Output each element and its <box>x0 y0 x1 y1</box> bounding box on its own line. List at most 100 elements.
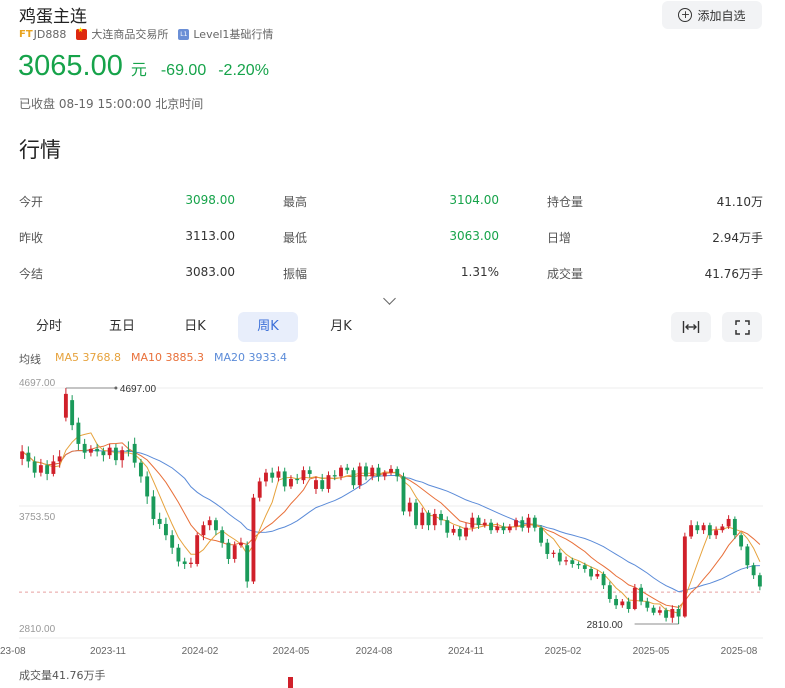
candle-body <box>707 525 712 536</box>
ma-label: 均线 <box>19 353 41 366</box>
candle-body <box>689 525 694 537</box>
candle-body <box>682 536 687 617</box>
candle-body <box>239 542 243 546</box>
add-watchlist-label: 添加自选 <box>697 8 746 23</box>
candle-body <box>414 502 418 526</box>
candle-body <box>326 475 331 489</box>
candle-body <box>70 400 75 426</box>
candle-body <box>132 443 137 463</box>
candle-body <box>282 471 287 487</box>
candle-body <box>76 422 81 444</box>
candle-body <box>695 525 700 531</box>
fit-width-button[interactable] <box>671 312 711 342</box>
candle-body <box>514 520 518 527</box>
add-watchlist-button[interactable]: + 添加自选 <box>662 1 762 29</box>
stat-label: 成交量 <box>547 267 584 281</box>
stat-label: 日增 <box>547 231 572 245</box>
tab-monthly-k[interactable]: 月K <box>311 312 371 342</box>
candle-body <box>739 535 744 547</box>
candle-body <box>464 527 468 537</box>
candle-body <box>664 610 669 618</box>
candle-body <box>495 526 500 531</box>
candle-body <box>26 452 31 462</box>
candle-body <box>720 526 725 531</box>
candle-body <box>751 565 756 576</box>
candle-body <box>564 560 568 562</box>
candle-body <box>257 481 262 498</box>
candle-body <box>445 520 450 533</box>
price-change-pct: -2.20% <box>218 62 269 79</box>
market-stats: 今开 3098.00 最高 3104.00 持仓量 41.10万 昨收 3113… <box>19 190 763 298</box>
candle-body <box>576 563 581 566</box>
tab-weekly-k[interactable]: 周K <box>238 312 298 342</box>
candle-body <box>88 448 93 453</box>
candle-body <box>357 466 362 486</box>
candle-body <box>95 448 100 452</box>
candle-body <box>63 393 68 418</box>
candle-body <box>451 528 456 533</box>
tab-intraday[interactable]: 分时 <box>19 312 79 342</box>
candle-body <box>264 472 268 482</box>
candle-body <box>207 520 212 526</box>
weekly-k-chart[interactable]: 4697.00 3753.50 2810.00 4697.00 2810.00 23-08… <box>0 370 785 688</box>
candle-body <box>501 526 506 531</box>
price-change: -69.00 <box>160 62 207 79</box>
candle-body <box>20 451 25 459</box>
fullscreen-button[interactable] <box>722 312 762 342</box>
candle-body <box>57 456 62 462</box>
candle-body <box>432 513 437 526</box>
min-annotation: 2810.00 <box>587 620 624 631</box>
quote-level: Level1基础行情 <box>193 28 274 41</box>
candle-body <box>201 525 206 536</box>
candle-body <box>532 517 537 528</box>
candle-body <box>757 575 762 587</box>
stat-value: 3098.00 <box>185 193 235 207</box>
candle-body <box>195 535 200 564</box>
stat-row: 昨收 3113.00 最低 3063.00 日增 2.94万手 <box>19 226 763 262</box>
candle-body <box>113 447 118 461</box>
candle-body <box>476 517 481 526</box>
candle-body <box>732 518 737 536</box>
candle-body <box>589 568 594 577</box>
candle-body <box>45 465 50 474</box>
ft-badge: FT <box>19 28 33 40</box>
candle-body <box>188 562 193 564</box>
candle-body <box>332 475 337 477</box>
candle-body <box>32 461 37 473</box>
candle-body <box>401 476 406 512</box>
y-tick-label: 2810.00 <box>19 624 56 635</box>
x-tick-label: 2025-08 <box>721 646 758 657</box>
candle-body <box>645 601 650 608</box>
volume-bar <box>288 677 293 688</box>
stat-value: 3113.00 <box>185 229 235 243</box>
tab-five-day[interactable]: 五日 <box>92 312 152 342</box>
stat-label: 振幅 <box>283 267 308 281</box>
candle-body <box>220 530 225 543</box>
candle-body <box>370 467 375 477</box>
candle-body <box>395 468 400 477</box>
candle-body <box>314 480 318 489</box>
tab-daily-k[interactable]: 日K <box>165 312 225 342</box>
stat-value: 2.94万手 <box>712 231 763 245</box>
candle-body <box>632 587 637 609</box>
x-tick-label: 2024-02 <box>182 646 219 657</box>
candle-body <box>145 476 150 497</box>
candle-body <box>101 451 106 456</box>
stat-label: 今结 <box>19 267 44 281</box>
candle-body <box>301 470 306 481</box>
candle-body <box>582 565 587 569</box>
candle-body <box>276 471 281 478</box>
y-tick-label: 3753.50 <box>19 512 56 523</box>
candle-body <box>151 496 156 519</box>
candle-body <box>82 443 87 453</box>
stat-label: 最低 <box>283 231 308 245</box>
candle-body <box>339 467 343 477</box>
candle-body <box>382 472 387 477</box>
candle-body <box>570 560 575 564</box>
candle-body <box>701 525 706 531</box>
candle-body <box>601 573 606 586</box>
candle-body <box>245 545 250 582</box>
x-tick-label: 2023-11 <box>90 646 126 657</box>
period-tabs: 分时 五日 日K 周K 月K <box>19 312 384 342</box>
candle-body <box>557 552 562 562</box>
